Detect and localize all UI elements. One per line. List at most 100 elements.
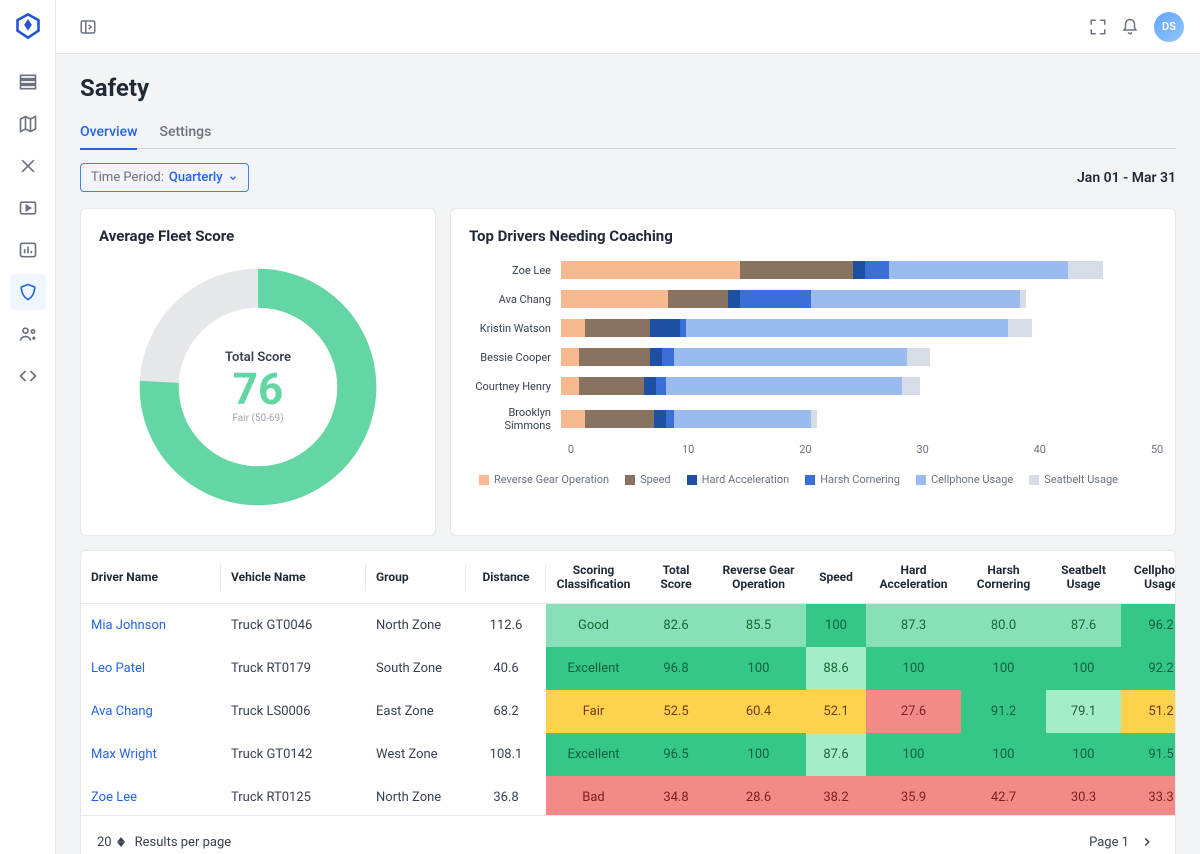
bar-segment <box>728 290 740 308</box>
nav-map-icon[interactable] <box>10 106 46 142</box>
driver-link[interactable]: Zoe Lee <box>81 776 221 815</box>
column-header[interactable]: Group <box>366 551 466 604</box>
score-cell: 38.2 <box>806 776 866 815</box>
tabs: Overview Settings <box>80 116 1176 149</box>
table-cell: 36.8 <box>466 776 546 815</box>
score-cell: 87.3 <box>866 604 961 648</box>
coaching-bar-chart: Zoe LeeAva ChangKristin WatsonBessie Coo… <box>469 257 1157 432</box>
column-header[interactable]: Scoring Classification <box>546 551 641 604</box>
bar-segment <box>907 348 931 366</box>
bar-segment <box>650 348 662 366</box>
bar-segment <box>561 319 585 337</box>
coaching-bar-row: Zoe Lee <box>469 261 1157 279</box>
tab-overview[interactable]: Overview <box>80 116 137 148</box>
bar-segment <box>1068 261 1104 279</box>
bar-segment <box>656 377 666 395</box>
score-cell: 87.6 <box>1046 604 1121 648</box>
driver-table: Driver NameVehicle NameGroupDistanceScor… <box>80 550 1176 854</box>
bar-segment <box>561 410 585 428</box>
score-cell: 30.3 <box>1046 776 1121 815</box>
legend-item: Hard Acceleration <box>687 473 790 486</box>
fleet-score-title: Average Fleet Score <box>99 227 417 245</box>
nav-code-icon[interactable] <box>10 358 46 394</box>
next-page-button[interactable] <box>1135 830 1159 854</box>
bar-segment <box>865 261 889 279</box>
panel-toggle-icon[interactable] <box>72 11 104 43</box>
coaching-bar-label: Kristin Watson <box>469 322 561 335</box>
column-header[interactable]: Vehicle Name <box>221 551 366 604</box>
column-header[interactable]: Total Score <box>641 551 711 604</box>
score-cell: 27.6 <box>866 690 961 733</box>
column-header[interactable]: Driver Name <box>81 551 221 604</box>
score-cell: 91.5 <box>1121 733 1175 776</box>
nav-users-icon[interactable] <box>10 316 46 352</box>
chart-legend: Reverse Gear OperationSpeedHard Accelera… <box>479 473 1157 486</box>
score-cell: 96.8 <box>641 647 711 690</box>
column-header[interactable]: Speed <box>806 551 866 604</box>
table-cell: North Zone <box>366 776 466 815</box>
nav-video-icon[interactable] <box>10 190 46 226</box>
score-cell: 82.6 <box>641 604 711 648</box>
page-title: Safety <box>80 74 1176 102</box>
bar-segment <box>1008 319 1032 337</box>
nav-safety-icon[interactable] <box>10 274 46 310</box>
table-cell: North Zone <box>366 604 466 648</box>
bar-segment <box>666 410 674 428</box>
sort-arrows-icon[interactable] <box>117 837 125 847</box>
coaching-bar-row: Brooklyn Simmons <box>469 406 1157 432</box>
nav-tools-icon[interactable] <box>10 148 46 184</box>
score-cell: 100 <box>806 604 866 648</box>
score-cell: 34.8 <box>641 776 711 815</box>
page-size-label: Results per page <box>135 835 232 850</box>
driver-link[interactable]: Mia Johnson <box>81 604 221 648</box>
driver-link[interactable]: Leo Patel <box>81 647 221 690</box>
score-cell: 88.6 <box>806 647 866 690</box>
bar-segment <box>644 377 656 395</box>
bar-segment <box>811 410 817 428</box>
page-size-value[interactable]: 20 <box>97 835 112 850</box>
nav-reports-icon[interactable] <box>10 232 46 268</box>
table-cell: 68.2 <box>466 690 546 733</box>
bar-segment <box>650 319 680 337</box>
table-cell: Truck RT0125 <box>221 776 366 815</box>
fleet-score-donut: Total Score 76 Fair (50-69) <box>123 257 393 517</box>
table-cell: Truck GT0142 <box>221 733 366 776</box>
score-cell: Excellent <box>546 733 641 776</box>
coaching-bar-label: Ava Chang <box>469 293 561 306</box>
time-period-select[interactable]: Time Period: Quarterly <box>80 163 249 192</box>
column-header[interactable]: Hard Acceleration <box>866 551 961 604</box>
fleet-score-band: Fair (50-69) <box>232 413 283 424</box>
legend-item: Seatbelt Usage <box>1029 473 1118 486</box>
score-cell: 100 <box>866 647 961 690</box>
column-header[interactable]: Harsh Cornering <box>961 551 1046 604</box>
column-header[interactable]: Cellphone Usage <box>1121 551 1175 604</box>
tab-settings[interactable]: Settings <box>159 116 211 148</box>
score-cell: 100 <box>961 647 1046 690</box>
bell-icon[interactable] <box>1114 11 1146 43</box>
avatar[interactable]: DS <box>1154 12 1184 42</box>
bar-segment <box>561 348 579 366</box>
table-cell: South Zone <box>366 647 466 690</box>
expand-icon[interactable] <box>1082 11 1114 43</box>
column-header[interactable]: Reverse Gear Operation <box>711 551 806 604</box>
column-header[interactable]: Seatbelt Usage <box>1046 551 1121 604</box>
score-cell: 96.2 <box>1121 604 1175 648</box>
score-cell: 33.3 <box>1121 776 1175 815</box>
page-label: Page 1 <box>1089 835 1129 850</box>
score-cell: Good <box>546 604 641 648</box>
bar-segment <box>740 290 812 308</box>
driver-link[interactable]: Ava Chang <box>81 690 221 733</box>
coaching-bar-row: Ava Chang <box>469 290 1157 308</box>
driver-link[interactable]: Max Wright <box>81 733 221 776</box>
bar-segment <box>585 410 654 428</box>
nav-dashboard-icon[interactable] <box>10 64 46 100</box>
legend-item: Reverse Gear Operation <box>479 473 609 486</box>
coaching-bar-label: Zoe Lee <box>469 264 561 277</box>
score-cell: 100 <box>1046 733 1121 776</box>
column-header[interactable]: Distance <box>466 551 546 604</box>
table-row: Zoe LeeTruck RT0125North Zone36.8Bad34.8… <box>81 776 1175 815</box>
score-cell: 91.2 <box>961 690 1046 733</box>
score-cell: 60.4 <box>711 690 806 733</box>
coaching-title: Top Drivers Needing Coaching <box>469 227 1157 245</box>
table-cell: 40.6 <box>466 647 546 690</box>
